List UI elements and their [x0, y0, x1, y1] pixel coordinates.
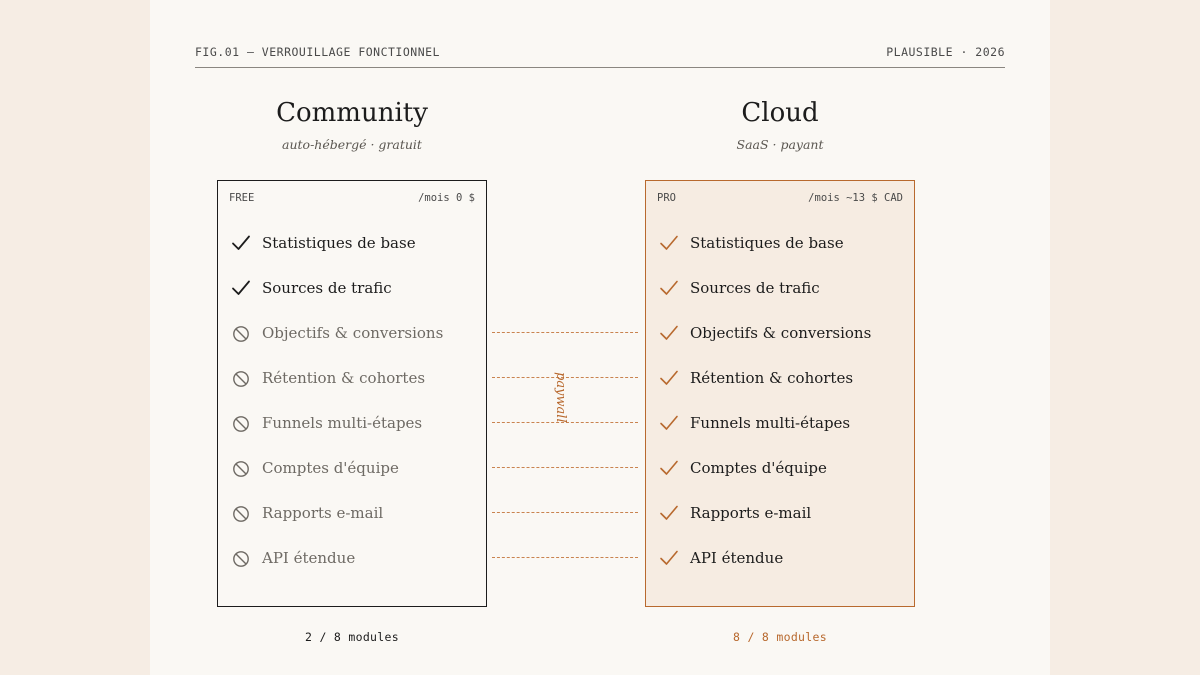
feature-label: Objectifs & conversions [690, 324, 872, 342]
feature-label: Rapports e-mail [690, 504, 812, 522]
cloud-feature-row: Rétention & cohortes [646, 364, 914, 392]
feature-label: API étendue [262, 549, 356, 567]
community-feature-row: Rapports e-mail [218, 499, 486, 527]
blocked-icon [233, 326, 249, 342]
check-icon [660, 460, 678, 475]
check-icon [660, 325, 678, 340]
community-title: Community [276, 98, 428, 128]
feature-label: Rétention & cohortes [262, 369, 426, 387]
community-feature-row: Comptes d'équipe [218, 454, 486, 482]
cloud-module-count: 8 / 8 modules [733, 630, 827, 644]
cloud-feature-row: Statistiques de base [646, 229, 914, 257]
feature-label: Objectifs & conversions [262, 324, 444, 342]
community-price: /mois 0 $ [418, 192, 475, 204]
blocked-icon [233, 371, 249, 387]
paywall-label: paywall [553, 372, 568, 423]
check-icon [232, 280, 250, 295]
check-icon [660, 415, 678, 430]
feature-label: Rapports e-mail [262, 504, 384, 522]
blocked-icon [233, 506, 249, 522]
cloud-feature-row: Comptes d'équipe [646, 454, 914, 482]
community-feature-row: Funnels multi-étapes [218, 409, 486, 437]
feature-label: Statistiques de base [690, 234, 844, 252]
check-icon [660, 370, 678, 385]
cloud-card: PRO /mois ~13 $ CAD Statistiques de base… [645, 180, 915, 607]
feature-label: Funnels multi-étapes [262, 414, 423, 432]
community-feature-row: Rétention & cohortes [218, 364, 486, 392]
paywall-connector-line [492, 467, 638, 468]
community-module-count: 2 / 8 modules [305, 630, 399, 644]
paywall-connector-line [492, 557, 638, 558]
community-feature-row: Statistiques de base [218, 229, 486, 257]
feature-label: Comptes d'équipe [690, 459, 827, 477]
check-icon [660, 550, 678, 565]
community-tier: FREE [229, 192, 255, 204]
feature-label: Comptes d'équipe [262, 459, 399, 477]
cloud-feature-row: Objectifs & conversions [646, 319, 914, 347]
blocked-icon [233, 416, 249, 432]
feature-label: Funnels multi-étapes [690, 414, 851, 432]
cloud-subtitle: SaaS · payant [736, 137, 824, 152]
figure-sheet: FIG.01 — VERROUILLAGE FONCTIONNEL PLAUSI… [150, 0, 1050, 675]
cloud-feature-row: API étendue [646, 544, 914, 572]
community-card-header: FREE /mois 0 $ [229, 192, 475, 204]
community-card: FREE /mois 0 $ Statistiques de base Sourc… [217, 180, 487, 607]
cloud-title: Cloud [741, 98, 819, 128]
community-feature-row: Objectifs & conversions [218, 319, 486, 347]
paywall-connector-line [492, 512, 638, 513]
figure-meta: PLAUSIBLE · 2026 [886, 45, 1005, 59]
feature-label: Rétention & cohortes [690, 369, 854, 387]
check-icon [232, 235, 250, 250]
blocked-icon [233, 461, 249, 477]
community-subtitle: auto-hébergé · gratuit [282, 137, 422, 152]
cloud-card-header: PRO /mois ~13 $ CAD [657, 192, 903, 204]
cloud-feature-row: Funnels multi-étapes [646, 409, 914, 437]
feature-label: Sources de trafic [262, 279, 392, 297]
blocked-icon [233, 551, 249, 567]
feature-label: API étendue [690, 549, 784, 567]
header-rule [195, 67, 1005, 68]
community-feature-row: API étendue [218, 544, 486, 572]
community-feature-row: Sources de trafic [218, 274, 486, 302]
feature-label: Statistiques de base [262, 234, 416, 252]
cloud-feature-row: Sources de trafic [646, 274, 914, 302]
cloud-tier: PRO [657, 192, 676, 204]
feature-label: Sources de trafic [690, 279, 820, 297]
paywall-connector-line [492, 332, 638, 333]
cloud-price: /mois ~13 $ CAD [808, 192, 903, 204]
paywall-annotation: paywall [542, 372, 582, 423]
check-icon [660, 505, 678, 520]
cloud-feature-row: Rapports e-mail [646, 499, 914, 527]
check-icon [660, 235, 678, 250]
check-icon [660, 280, 678, 295]
figure-label: FIG.01 — VERROUILLAGE FONCTIONNEL [195, 45, 440, 59]
